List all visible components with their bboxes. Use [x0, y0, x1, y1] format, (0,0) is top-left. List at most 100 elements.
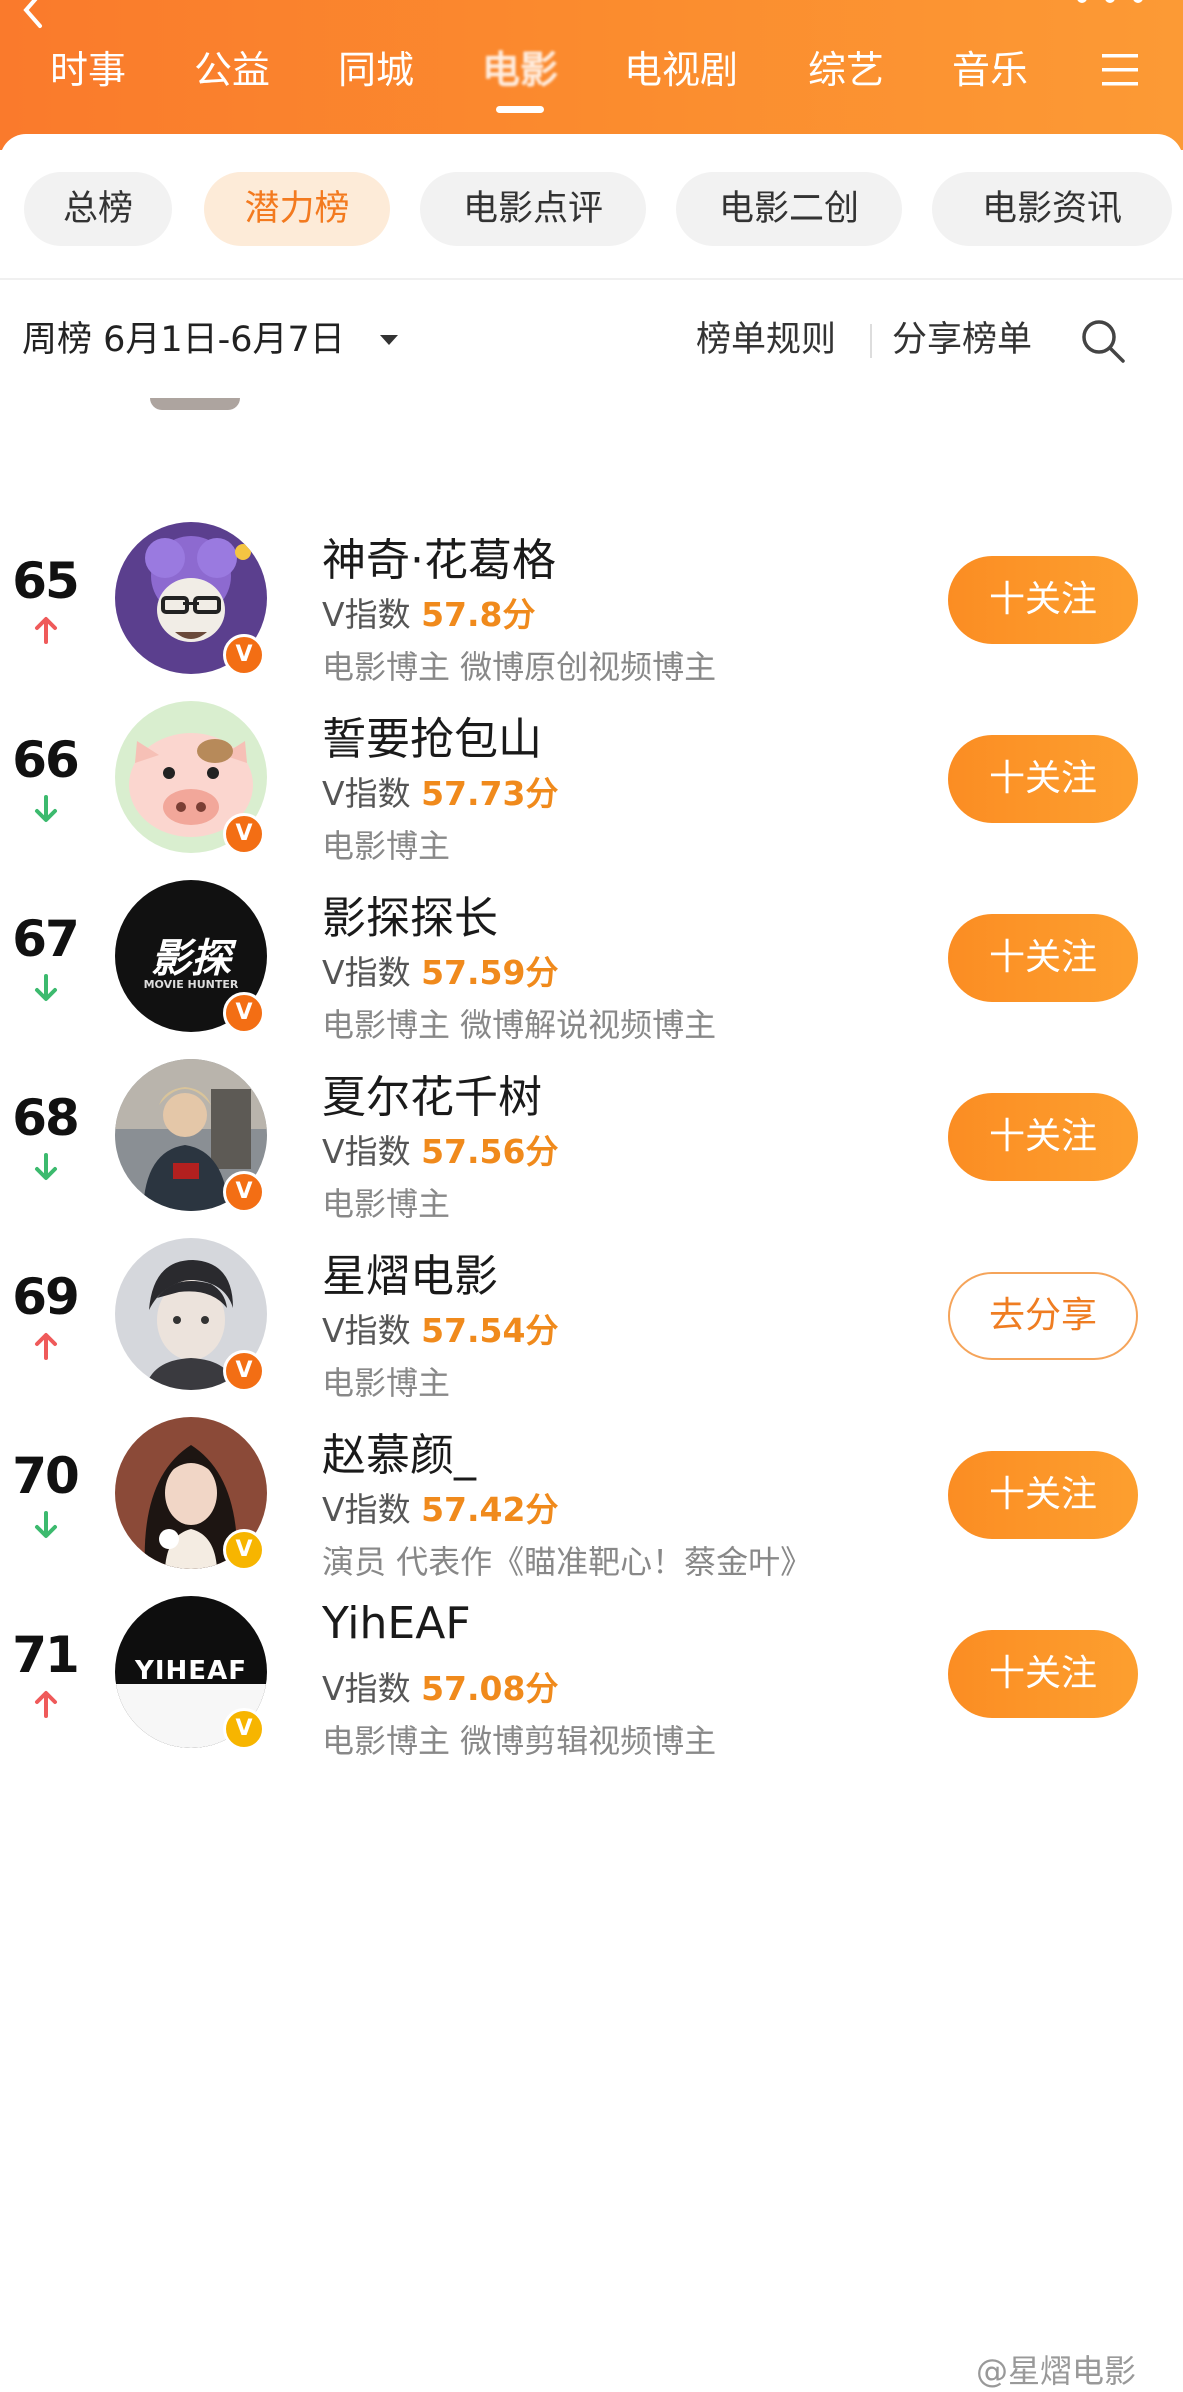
trend-down-icon — [35, 974, 57, 1001]
avatar-logo-subtext: MOVIE HUNTER — [143, 978, 239, 991]
follow-button[interactable]: 十关注 — [948, 914, 1138, 1002]
trend-up-icon — [35, 617, 57, 644]
channel-tab[interactable]: 综艺 — [808, 40, 884, 100]
follow-button[interactable]: 十关注 — [948, 1451, 1138, 1539]
user-name[interactable]: 誓要抢包山 — [322, 703, 542, 767]
channel-tab-active[interactable]: 电影 — [482, 40, 558, 100]
follow-button[interactable]: 十关注 — [948, 735, 1138, 823]
trend-up-icon — [35, 1333, 57, 1360]
user-description: 演员 代表作《瞄准靶心！蔡金叶》 — [322, 1543, 813, 1581]
rank-number: 70 — [12, 1447, 80, 1505]
score-value: 57.59分 — [421, 953, 559, 992]
score-value: 57.56分 — [421, 1132, 559, 1171]
user-description: 电影博主 微博剪辑视频博主 — [322, 1722, 717, 1760]
channel-tab[interactable]: 电视剧 — [624, 40, 738, 100]
score-label: V指数 — [322, 953, 411, 992]
back-arrow-icon[interactable] — [14, 0, 54, 32]
previous-row-avatar-peek — [150, 398, 240, 410]
v-index-score: V指数 57.8分 — [322, 588, 536, 636]
verified-badge-icon: V — [223, 1350, 265, 1392]
verified-badge-icon: V — [223, 1529, 265, 1571]
menu-icon[interactable] — [1100, 50, 1140, 90]
verified-badge-icon: V — [223, 992, 265, 1034]
rank-number: 68 — [12, 1089, 80, 1147]
avatar-logo-text: 影探 — [151, 936, 231, 982]
sub-tab-overall[interactable]: 总榜 — [24, 172, 172, 246]
v-index-score: V指数 57.73分 — [322, 767, 558, 815]
user-description: 电影博主 — [322, 1364, 451, 1402]
score-value: 57.73分 — [421, 774, 559, 813]
score-label: V指数 — [322, 1311, 411, 1350]
follow-button[interactable]: 十关注 — [948, 556, 1138, 644]
more-dots-icon[interactable] — [1070, 0, 1150, 12]
follow-button[interactable]: 十关注 — [948, 1630, 1138, 1718]
rank-number: 65 — [12, 552, 80, 610]
user-name[interactable]: 神奇·花葛格 — [322, 524, 556, 588]
v-index-score: V指数 57.56分 — [322, 1125, 558, 1173]
go-share-button[interactable]: 去分享 — [948, 1272, 1138, 1360]
user-description: 电影博主 — [322, 827, 451, 865]
ranking-sub-tabs: 总榜 潜力榜 电影点评 电影二创 电影资讯 — [0, 172, 1183, 246]
watermark: @星熠电影 — [976, 2352, 1137, 2390]
score-value: 57.8分 — [421, 595, 536, 634]
ranking-row[interactable]: 65 V 神奇·花葛格 V指数 57.8分 电影博主 微博原创视频博主 十关注 — [0, 504, 1183, 704]
sub-tab-potential[interactable]: 潜力榜 — [204, 172, 390, 246]
separator — [870, 324, 872, 358]
trend-down-icon — [35, 1511, 57, 1538]
follow-button[interactable]: 十关注 — [948, 1093, 1138, 1181]
ranking-row[interactable]: 70 V 赵慕颜_ V指数 57.42分 演员 代表作《瞄准靶心！蔡金叶》 十关… — [0, 1399, 1183, 1599]
score-label: V指数 — [322, 1132, 411, 1171]
user-name[interactable]: YihEAF — [322, 1598, 471, 1649]
channel-tab[interactable]: 时事 — [50, 40, 126, 100]
v-index-score: V指数 57.08分 — [322, 1662, 558, 1710]
score-label: V指数 — [322, 595, 411, 634]
score-value: 57.08分 — [421, 1669, 559, 1708]
ranking-row[interactable]: 69 V 星熠电影 V指数 57.54分 电影博主 去分享 — [0, 1220, 1183, 1420]
ranking-row[interactable]: 68 V 夏尔花千树 V指数 57.56分 电影博主 十关注 — [0, 1041, 1183, 1241]
score-value: 57.42分 — [421, 1490, 559, 1529]
content-panel: 总榜 潜力榜 电影点评 电影二创 电影资讯 周榜 6月1日-6月7日 榜单规则 … — [0, 134, 1183, 2392]
v-index-score: V指数 57.59分 — [322, 946, 558, 994]
top-header: 时事 公益 同城 电影 电视剧 综艺 音乐 — [0, 0, 1183, 150]
ranking-row[interactable]: 71 YIHEAF V YihEAF V指数 57.08分 电影博主 微博剪辑视… — [0, 1578, 1183, 1778]
user-name[interactable]: 赵慕颜_ — [322, 1419, 476, 1483]
trend-down-icon — [35, 1153, 57, 1180]
week-selector[interactable]: 周榜 6月1日-6月7日 — [22, 310, 345, 370]
active-tab-indicator — [496, 106, 544, 113]
caret-down-icon[interactable] — [378, 332, 400, 348]
verified-badge-icon: V — [223, 634, 265, 676]
trend-down-icon — [35, 795, 57, 822]
ranking-toolbar: 周榜 6月1日-6月7日 榜单规则 分享榜单 — [0, 310, 1183, 370]
v-index-score: V指数 57.42分 — [322, 1483, 558, 1531]
rank-number: 69 — [12, 1268, 80, 1326]
user-name[interactable]: 星熠电影 — [322, 1240, 498, 1304]
sub-tab-movie-review[interactable]: 电影点评 — [420, 172, 646, 246]
score-label: V指数 — [322, 1669, 411, 1708]
rank-number: 67 — [12, 910, 80, 968]
score-value: 57.54分 — [421, 1311, 559, 1350]
ranking-row[interactable]: 67 影探 MOVIE HUNTER V 影探探长 V指数 57.59分 电影博… — [0, 862, 1183, 1062]
user-name[interactable]: 夏尔花千树 — [322, 1061, 542, 1125]
v-index-score: V指数 57.54分 — [322, 1304, 558, 1352]
search-icon[interactable] — [1080, 318, 1126, 364]
share-ranking-link[interactable]: 分享榜单 — [892, 310, 1032, 370]
ranking-rules-link[interactable]: 榜单规则 — [696, 310, 836, 370]
channel-tab[interactable]: 音乐 — [952, 40, 1028, 100]
sub-tab-movie-remix[interactable]: 电影二创 — [676, 172, 902, 246]
user-description: 电影博主 微博解说视频博主 — [322, 1006, 717, 1044]
ranking-row[interactable]: 66 V 誓要抢包山 V指数 57.73分 电影博主 十关注 — [0, 683, 1183, 883]
score-label: V指数 — [322, 1490, 411, 1529]
user-description: 电影博主 — [322, 1185, 451, 1223]
channel-tab[interactable]: 同城 — [338, 40, 414, 100]
rank-number: 66 — [12, 731, 80, 789]
trend-up-icon — [35, 1691, 57, 1718]
user-name[interactable]: 影探探长 — [322, 882, 498, 946]
rank-number: 71 — [12, 1626, 80, 1684]
sub-tab-movie-news[interactable]: 电影资讯 — [932, 172, 1172, 246]
user-description: 电影博主 微博原创视频博主 — [322, 648, 717, 686]
verified-badge-icon: V — [223, 1171, 265, 1213]
verified-badge-icon: V — [223, 813, 265, 855]
avatar-logo-text: YIHEAF — [135, 1656, 247, 1686]
score-label: V指数 — [322, 774, 411, 813]
channel-tab[interactable]: 公益 — [194, 40, 270, 100]
